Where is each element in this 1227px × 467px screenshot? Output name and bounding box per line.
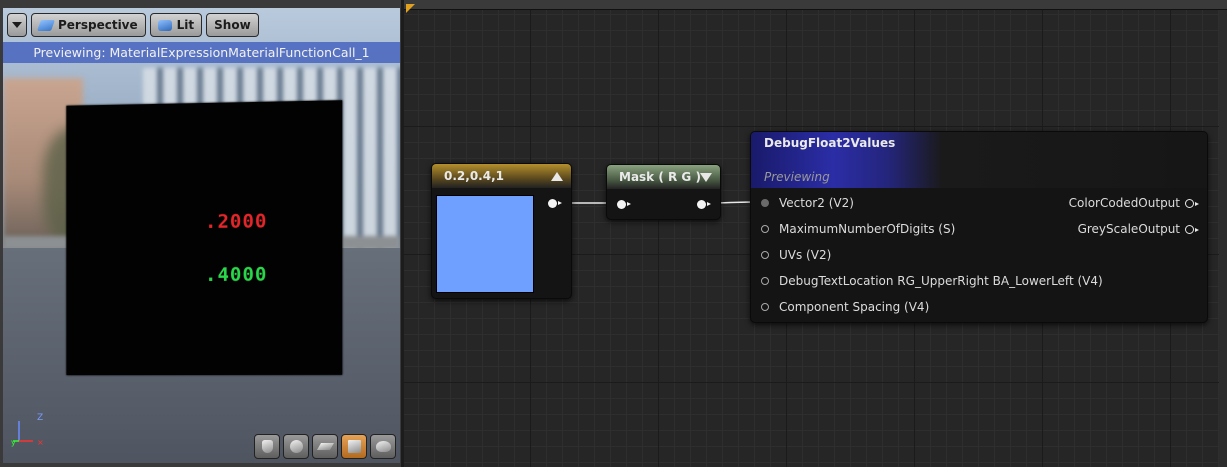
plane-icon xyxy=(316,443,334,450)
sphere-shape-button[interactable] xyxy=(283,434,309,459)
input-pin[interactable] xyxy=(761,225,769,233)
viewport-options-dropdown[interactable] xyxy=(7,13,27,37)
color-swatch xyxy=(436,195,534,293)
cube-icon xyxy=(347,440,361,453)
svg-text:×: × xyxy=(37,438,44,447)
material-graph-canvas[interactable]: 0.2,0.4,1 Mask ( R G ) DebugFloat2Values… xyxy=(404,0,1227,467)
input-pin-label: Vector2 (V2) xyxy=(779,196,854,210)
plane-shape-button[interactable] xyxy=(312,434,338,459)
graph-corner-marker xyxy=(406,4,415,13)
chevron-down-icon xyxy=(12,22,22,28)
preview-shape-toolbar xyxy=(254,434,396,459)
red-channel-value: .2000 xyxy=(204,210,268,233)
svg-text:y: y xyxy=(11,438,16,447)
input-pin[interactable] xyxy=(761,199,769,207)
axis-gizmo: Z × y xyxy=(11,413,44,447)
cylinder-icon xyxy=(261,440,273,453)
constant-vector-node[interactable]: 0.2,0.4,1 xyxy=(431,163,572,299)
preview-caption: Previewing: MaterialExpressionMaterialFu… xyxy=(3,42,400,63)
collapse-arrow-icon[interactable] xyxy=(551,172,563,181)
output-pin-row[interactable]: GreyScaleOutput xyxy=(1007,220,1207,238)
lit-cube-icon xyxy=(157,19,172,31)
show-button[interactable]: Show xyxy=(206,13,259,37)
perspective-button[interactable]: Perspective xyxy=(31,13,146,37)
debug-node-title: DebugFloat2Values xyxy=(764,136,896,150)
constant-node-title: 0.2,0.4,1 xyxy=(444,169,504,183)
viewport-toolbar: Perspective Lit Show xyxy=(3,8,400,42)
material-preview-viewport[interactable]: .2000 .4000 Z × y Perspective Lit Show P… xyxy=(0,0,404,467)
debug-node-subtitle: Previewing xyxy=(764,170,830,184)
input-pin[interactable] xyxy=(761,277,769,285)
show-label: Show xyxy=(214,18,251,32)
lit-label: Lit xyxy=(176,18,195,32)
mask-node-title: Mask ( R G ) xyxy=(619,170,701,184)
debug-node-header[interactable]: DebugFloat2Values Previewing xyxy=(751,132,1207,188)
input-pin[interactable] xyxy=(761,251,769,259)
green-channel-value: .4000 xyxy=(204,263,268,286)
graph-scrollbar[interactable] xyxy=(1219,10,1227,467)
output-pin-label: ColorCodedOutput xyxy=(1068,196,1180,210)
output-pin-row[interactable]: ColorCodedOutput xyxy=(1007,194,1207,212)
mask-input-pin[interactable] xyxy=(617,200,631,209)
cylinder-shape-button[interactable] xyxy=(254,434,280,459)
lit-button[interactable]: Lit xyxy=(149,13,203,37)
sphere-icon xyxy=(289,440,303,453)
mask-node[interactable]: Mask ( R G ) xyxy=(606,164,721,220)
output-pin[interactable] xyxy=(1185,199,1199,208)
preview-mesh[interactable]: .2000 .4000 xyxy=(66,100,343,376)
expand-arrow-icon[interactable] xyxy=(700,173,712,182)
constant-node-header[interactable]: 0.2,0.4,1 xyxy=(432,164,571,188)
perspective-label: Perspective xyxy=(58,18,138,32)
input-pin-label: DebugTextLocation RG_UpperRight BA_Lower… xyxy=(779,274,1103,288)
cube-shape-button[interactable] xyxy=(341,434,367,459)
output-pin-label: GreyScaleOutput xyxy=(1077,222,1180,236)
viewport-frame[interactable]: .2000 .4000 Z × y Perspective Lit Show P… xyxy=(3,8,400,463)
mask-node-header[interactable]: Mask ( R G ) xyxy=(607,165,720,189)
axis-z-label: Z xyxy=(37,413,43,423)
input-pin-label: UVs (V2) xyxy=(779,248,832,262)
graph-top-bar xyxy=(404,0,1227,10)
constant-output-pin[interactable] xyxy=(548,199,562,208)
input-pin-label: Component Spacing (V4) xyxy=(779,300,930,314)
teapot-icon xyxy=(375,441,391,452)
input-pin[interactable] xyxy=(761,303,769,311)
preview-scene: .2000 .4000 Z × y xyxy=(3,8,400,463)
input-pin-label: MaximumNumberOfDigits (S) xyxy=(779,222,956,236)
output-pin[interactable] xyxy=(1185,225,1199,234)
mask-output-pin[interactable] xyxy=(697,200,711,209)
teapot-shape-button[interactable] xyxy=(370,434,396,459)
debug-float2-node[interactable]: DebugFloat2Values Previewing Vector2 (V2… xyxy=(750,131,1208,323)
perspective-icon xyxy=(36,19,56,31)
